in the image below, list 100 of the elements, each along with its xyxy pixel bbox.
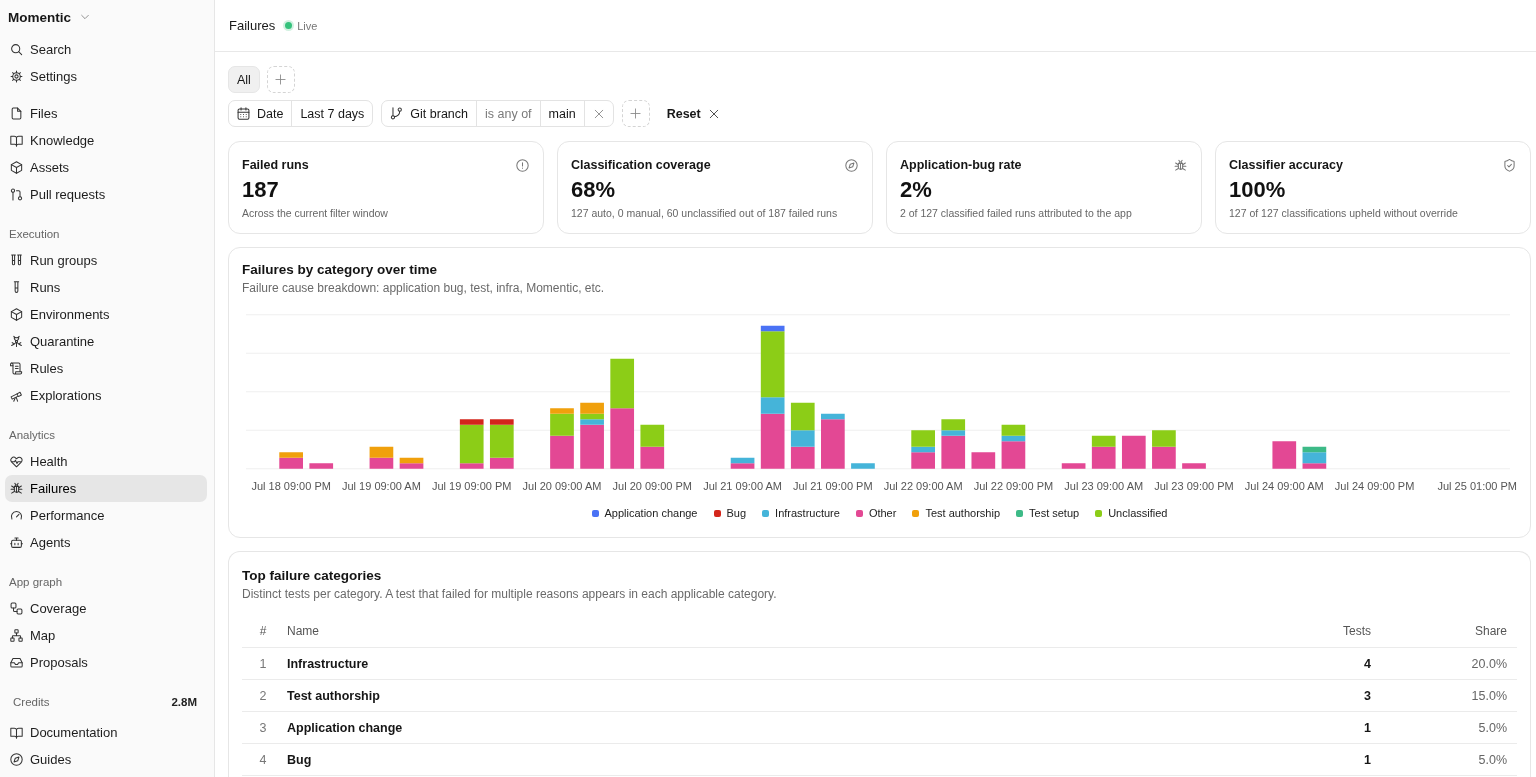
stat-value: 68% — [571, 177, 617, 203]
credits-value: 2.8M — [171, 695, 197, 708]
sidebar-item[interactable]: Settings — [5, 63, 207, 90]
stat-note: 127 of 127 classifications upheld without override — [1229, 206, 1459, 221]
status-label: Live — [297, 19, 318, 32]
test-tubes-icon — [10, 254, 23, 267]
table-cell: 3 — [242, 711, 284, 744]
table-cell: Test authorship — [284, 679, 1271, 712]
inbox-icon — [10, 656, 23, 669]
filter-value-button[interactable]: Last 7 days — [291, 101, 373, 126]
sidebar-item[interactable]: Search — [5, 36, 207, 63]
column-header: Name — [284, 615, 1271, 648]
stat-title: Failed runs — [242, 158, 309, 172]
close-icon — [593, 108, 604, 119]
table-subtitle: Distinct tests per category. A test that failed for multiple reasons appears in each applicable category. — [242, 586, 778, 602]
biohazard-icon — [10, 335, 23, 348]
filter-operator-button[interactable]: is any of — [476, 101, 540, 126]
column-header: Tests — [1271, 615, 1371, 648]
filter-field-button[interactable]: Git branch — [382, 101, 476, 126]
sidebar-item[interactable]: Quarantine — [5, 328, 207, 355]
credits-label: Credits — [13, 695, 50, 708]
bar-segment — [1121, 435, 1146, 469]
gear-icon — [10, 70, 23, 83]
sidebar-item[interactable]: Health — [5, 448, 207, 475]
plus-icon — [275, 74, 287, 85]
sidebar-item[interactable]: Rules — [5, 355, 207, 382]
bar-segment — [1182, 463, 1206, 469]
bar-segment — [790, 446, 815, 469]
table-cell: Infrastructure — [284, 647, 1271, 680]
table-cell: 20.0% — [1371, 647, 1517, 680]
table-cell: 5.0% — [1371, 711, 1517, 744]
plus-icon — [630, 108, 642, 119]
axis-label: Jul 20 09:00 AM — [522, 480, 602, 492]
sidebar-item[interactable]: Files — [5, 100, 207, 127]
close-icon — [708, 108, 719, 119]
add-filter-button[interactable] — [621, 100, 650, 127]
reset-button[interactable]: Reset — [664, 100, 721, 127]
scroll-icon — [10, 362, 23, 375]
sidebar-item[interactable]: Performance — [5, 502, 207, 529]
bar-segment — [309, 463, 334, 469]
axis-label: Jul 22 09:00 AM — [883, 480, 963, 492]
telescope-icon — [10, 389, 23, 402]
axis-label: Jul 18 09:00 PM — [251, 480, 331, 492]
table-cell: 3 — [1271, 679, 1371, 712]
section-label: Analytics — [8, 427, 57, 443]
network-icon — [10, 629, 23, 642]
stat-note: Across the current filter window — [242, 206, 389, 221]
legend-label: Unclassified — [1108, 507, 1168, 519]
axis-label: Jul 19 09:00 PM — [431, 480, 512, 492]
bar-segment — [369, 457, 394, 469]
compass-icon — [845, 158, 858, 172]
heart-pulse-icon — [10, 455, 23, 468]
sidebar-item[interactable]: Coverage — [5, 595, 207, 622]
sidebar-item[interactable]: Pull requests — [5, 181, 207, 208]
sidebar-item[interactable]: Explorations — [5, 382, 207, 409]
view-tab[interactable]: All — [228, 66, 260, 93]
bar-segment — [640, 446, 665, 469]
filter-field-button[interactable]: Date — [229, 101, 292, 126]
axis-label: Jul 24 09:00 AM — [1244, 480, 1324, 492]
sidebar-item[interactable]: Documentation — [5, 719, 207, 746]
legend-label: Application change — [604, 507, 698, 519]
table-cell: 4 — [1271, 647, 1371, 680]
workspace-switcher[interactable]: Momentic — [5, 0, 90, 34]
gauge-icon — [10, 509, 23, 522]
axis-label: Jul 22 09:00 PM — [973, 480, 1054, 492]
chart-subtitle: Failure cause breakdown: application bug, test, infra, Momentic, etc. — [242, 280, 606, 296]
table-cell: 5.0% — [1371, 743, 1517, 776]
stat-note: 127 auto, 0 manual, 60 unclassified out of 187 failed runs — [571, 206, 839, 221]
column-header: Share — [1371, 615, 1517, 648]
sidebar-item[interactable]: Map — [5, 622, 207, 649]
bar-segment — [610, 358, 635, 409]
calendar-icon — [237, 107, 250, 120]
stat-title: Application-bug rate — [900, 158, 1022, 172]
table-cell: 2 — [242, 679, 284, 712]
sidebar-item[interactable]: Guides — [5, 746, 207, 773]
sidebar-item[interactable]: Proposals — [5, 649, 207, 676]
sidebar-item[interactable]: Runs — [5, 274, 207, 301]
bug-icon — [1174, 158, 1187, 172]
add-view-button[interactable] — [266, 66, 295, 93]
sidebar-item[interactable]: Knowledge — [5, 127, 207, 154]
legend-label: Test setup — [1029, 507, 1080, 519]
book-icon — [10, 134, 23, 147]
table-cell: 1 — [242, 647, 284, 680]
filter-value-button[interactable]: main — [539, 101, 584, 126]
sidebar-item[interactable]: Assets — [5, 154, 207, 181]
sidebar-item[interactable]: Environments — [5, 301, 207, 328]
chevron-down-icon — [80, 12, 90, 22]
sidebar-item[interactable]: Failures — [5, 475, 207, 502]
cube-icon — [10, 308, 23, 321]
table-cell: 4 — [242, 743, 284, 776]
alert-circle-icon — [516, 158, 529, 172]
axis-label: Jul 20 09:00 PM — [612, 480, 693, 492]
sidebar-item[interactable]: Run groups — [5, 247, 207, 274]
bar-segment — [610, 408, 635, 469]
sidebar-item[interactable]: Agents — [5, 529, 207, 556]
compass-icon — [10, 753, 23, 766]
stat-value: 100% — [1229, 177, 1287, 203]
column-header: # — [242, 615, 284, 648]
cube-icon — [10, 161, 23, 174]
table-title: Top failure categories — [242, 567, 383, 585]
